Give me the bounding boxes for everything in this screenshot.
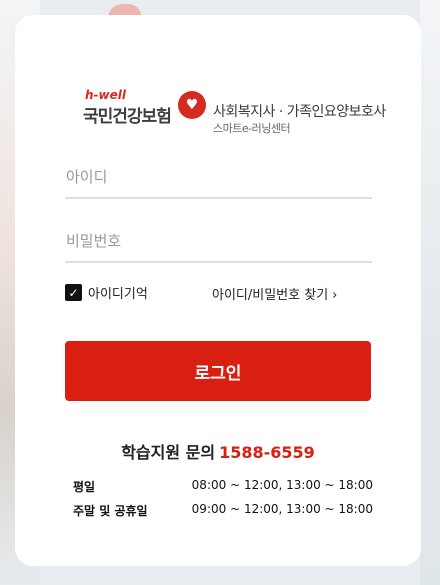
background-photo-right	[420, 0, 440, 585]
support-title: 학습지원 문의	[121, 443, 216, 462]
weekend-hours-row: 주말 및 공휴일 09:00 ~ 12:00, 13:00 ~ 18:00	[73, 502, 373, 519]
hwell-wordmark: h-well	[85, 88, 126, 102]
support-phone: 1588-6559	[219, 443, 315, 462]
login-button[interactable]: 로그인	[65, 341, 371, 401]
id-input[interactable]	[65, 157, 372, 199]
weekend-label: 주말 및 공휴일	[73, 504, 148, 518]
password-input[interactable]	[65, 221, 372, 263]
brand-logo: h-well 국민건강보험 ♥ 사회복지사 · 가족인요양보호사 스마트e-러닝…	[68, 76, 388, 136]
weekday-hours: 08:00 ~ 12:00, 13:00 ~ 18:00	[191, 478, 373, 492]
weekday-label: 평일	[73, 480, 96, 494]
org-name: 사회복지사 · 가족인요양보호사	[213, 104, 386, 120]
remember-id-label: 아이디기억	[88, 287, 148, 302]
weekday-hours-row: 평일 08:00 ~ 12:00, 13:00 ~ 18:00	[73, 478, 373, 495]
nhis-wordmark: 국민건강보험	[83, 107, 172, 127]
weekend-hours: 09:00 ~ 12:00, 13:00 ~ 18:00	[191, 502, 373, 516]
login-card: h-well 국민건강보험 ♥ 사회복지사 · 가족인요양보호사 스마트e-러닝…	[15, 15, 421, 566]
find-account-label: 아이디/비밀번호 찾기	[212, 288, 329, 303]
support-heading: 학습지원 문의 1588-6559	[15, 439, 421, 463]
chevron-right-icon: ›	[332, 288, 338, 303]
find-account-link[interactable]: 아이디/비밀번호 찾기 ›	[212, 284, 337, 303]
org-subtitle: 스마트e-러닝센터	[213, 122, 291, 135]
remember-id-checkbox[interactable]: ✓ 아이디기억	[65, 283, 148, 302]
check-icon[interactable]: ✓	[65, 284, 82, 301]
heart-icon: ♥	[178, 91, 206, 119]
